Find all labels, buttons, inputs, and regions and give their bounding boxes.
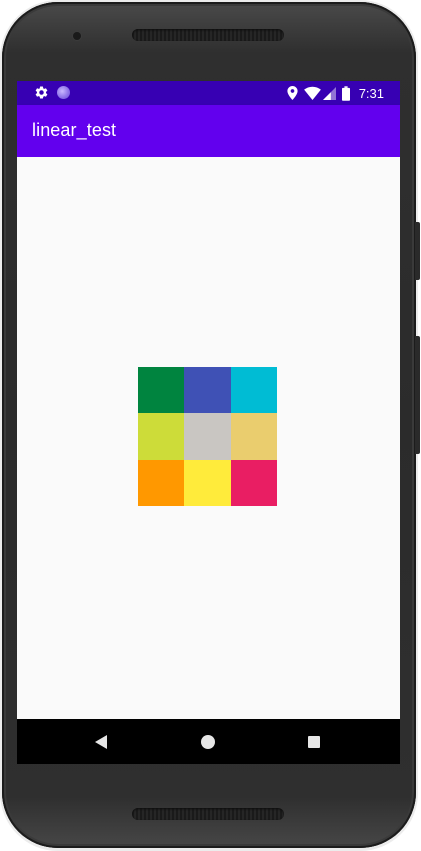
recents-icon[interactable] bbox=[308, 736, 320, 748]
color-cell-1 bbox=[138, 367, 184, 413]
battery-icon bbox=[341, 85, 350, 101]
device-screen: 7:31 linear_test bbox=[17, 81, 400, 764]
gear-icon bbox=[35, 86, 48, 99]
status-icons: 7:31 bbox=[287, 81, 384, 105]
app-title: linear_test bbox=[32, 120, 117, 140]
front-camera bbox=[73, 32, 81, 40]
main-content bbox=[17, 157, 400, 719]
location-icon bbox=[287, 86, 298, 100]
color-cell-8 bbox=[184, 460, 231, 506]
color-cell-3 bbox=[231, 367, 277, 413]
navigation-bar bbox=[17, 719, 400, 764]
device-frame-stage: 7:31 linear_test bbox=[0, 0, 421, 851]
color-cell-5 bbox=[184, 413, 231, 460]
volume-button bbox=[415, 336, 420, 454]
home-icon[interactable] bbox=[201, 735, 215, 749]
status-time: 7:31 bbox=[358, 85, 384, 101]
color-cell-7 bbox=[138, 460, 184, 506]
color-cell-2 bbox=[184, 367, 231, 413]
back-icon[interactable] bbox=[95, 735, 107, 749]
status-bar: 7:31 bbox=[17, 81, 400, 105]
color-grid bbox=[138, 367, 277, 506]
app-bar: linear_test bbox=[17, 105, 400, 157]
color-cell-4 bbox=[138, 413, 184, 460]
power-button bbox=[415, 222, 420, 280]
cellular-signal-icon bbox=[322, 86, 336, 100]
wifi-icon bbox=[303, 86, 321, 100]
bottom-speaker bbox=[132, 808, 284, 820]
color-cell-6 bbox=[231, 413, 277, 460]
color-cell-9 bbox=[231, 460, 277, 506]
notification-dot-icon bbox=[57, 86, 70, 99]
earpiece-speaker bbox=[132, 29, 284, 41]
